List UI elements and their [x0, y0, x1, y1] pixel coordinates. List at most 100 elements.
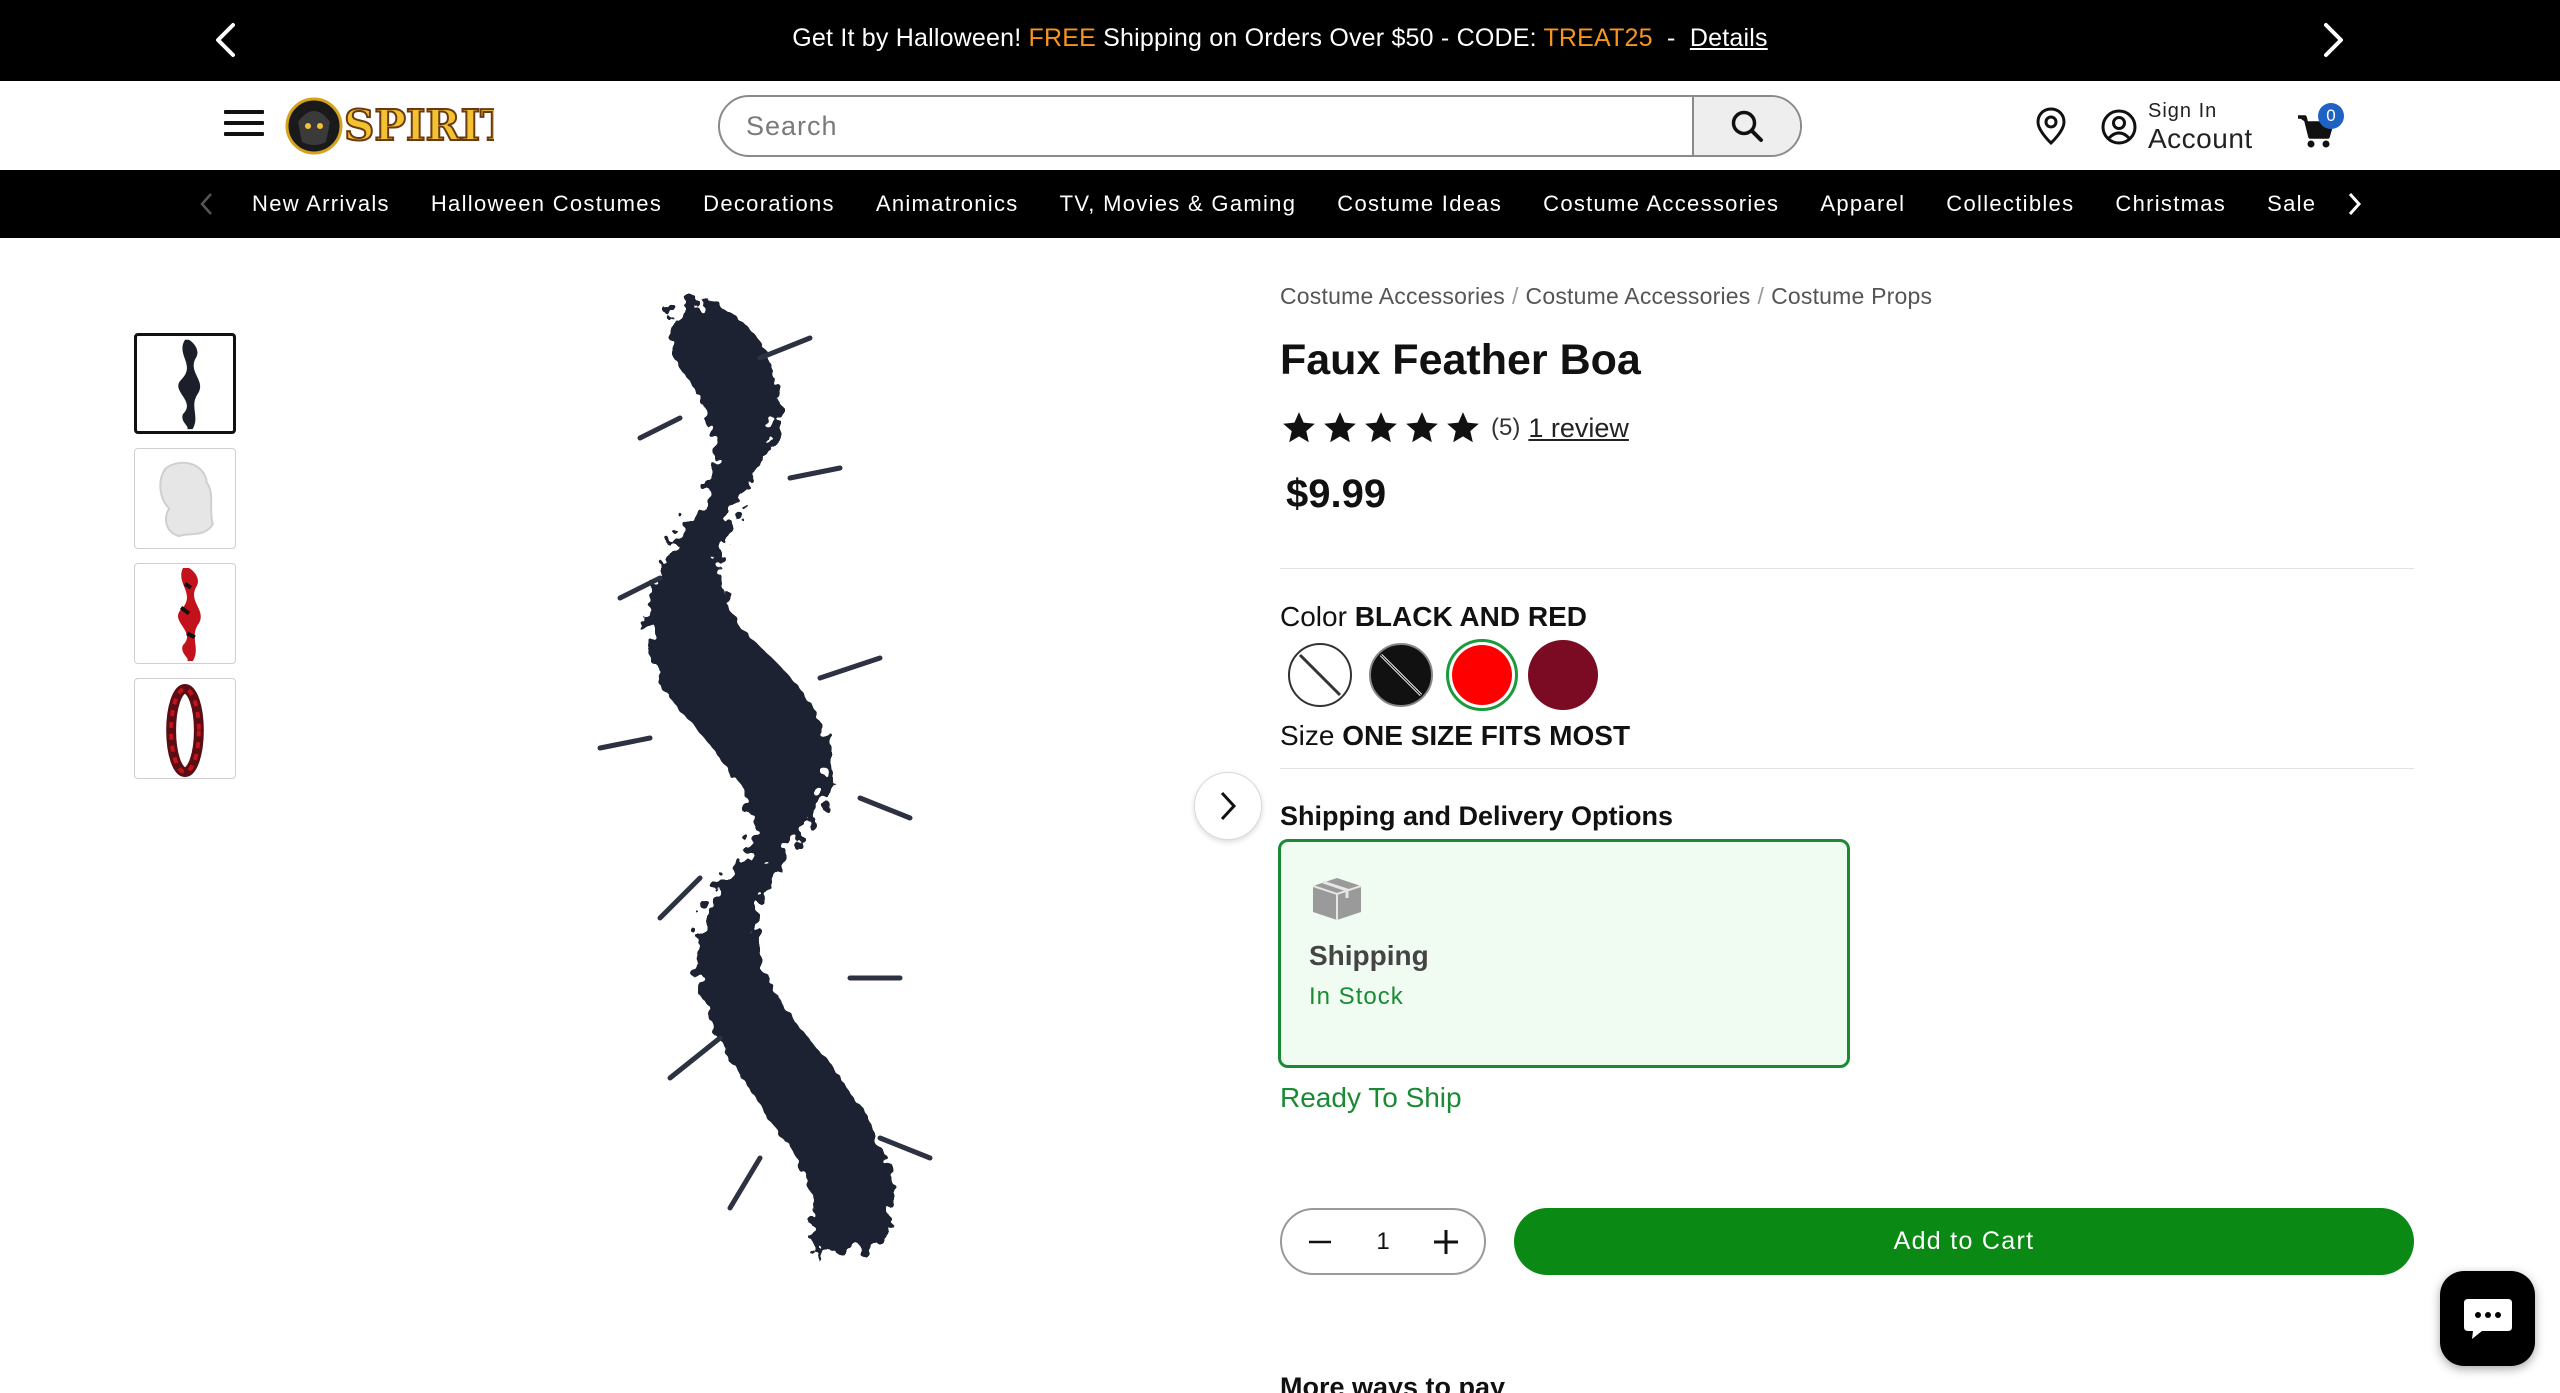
nav-item-costume-ideas[interactable]: Costume Ideas — [1337, 191, 1502, 217]
thumbnail-1[interactable] — [134, 333, 236, 434]
unavailable-slash-icon — [1298, 653, 1342, 697]
image-next-button[interactable] — [1194, 772, 1262, 840]
feather-boa-image — [597, 298, 933, 1253]
product-price: $9.99 — [1286, 472, 1387, 516]
breadcrumb-link-2[interactable]: Costume Accessories — [1526, 283, 1751, 309]
chevron-right-icon — [2324, 23, 2343, 57]
nav-item-animatronics[interactable]: Animatronics — [876, 191, 1019, 217]
size-selected-value: ONE SIZE FITS MOST — [1342, 720, 1631, 751]
shipping-option-card[interactable]: Shipping In Stock — [1278, 839, 1850, 1068]
promo-free: FREE — [1028, 24, 1097, 52]
quantity-increase-button[interactable] — [1426, 1222, 1466, 1262]
rating-stars — [1280, 409, 1485, 447]
size-label-text: Size — [1280, 720, 1335, 751]
product-title: Faux Feather Boa — [1280, 336, 1641, 384]
search-bar — [718, 95, 1802, 157]
nav-item-sale[interactable]: Sale — [2267, 191, 2316, 217]
divider — [1280, 568, 2414, 569]
promo-details-link[interactable]: Details — [1690, 24, 1768, 52]
nav-item-apparel[interactable]: Apparel — [1820, 191, 1905, 217]
breadcrumb: Costume Accessories / Costume Accessories /… — [1280, 283, 1932, 310]
nav-item-collectibles[interactable]: Collectibles — [1946, 191, 2074, 217]
boa-black-thumbnail — [178, 339, 201, 430]
ready-to-ship-text: Ready To Ship — [1280, 1082, 1462, 1113]
boa-loop-thumbnail — [166, 683, 204, 778]
thumbnail-2[interactable] — [134, 448, 236, 549]
promo-text-3: - — [1652, 24, 1690, 52]
menu-button[interactable] — [224, 110, 264, 142]
star-icon — [1447, 412, 1479, 443]
category-nav: New Arrivals Halloween Costumes Decorati… — [0, 170, 2560, 238]
swatch-black-fill — [1369, 643, 1433, 707]
location-pin-icon — [2036, 107, 2066, 146]
star-icon — [1283, 412, 1315, 443]
add-to-cart-button[interactable]: Add to Cart — [1514, 1208, 2414, 1275]
unavailable-slash-icon — [1379, 653, 1423, 697]
promo-next-arrow[interactable] — [2312, 18, 2356, 62]
account-button[interactable]: Sign In Account — [2100, 99, 2253, 155]
logo-text: SPIRIT — [344, 101, 494, 150]
swatch-burgundy[interactable] — [1527, 639, 1599, 711]
category-nav-next[interactable] — [2337, 186, 2373, 222]
breadcrumb-link-1[interactable]: Costume Accessories — [1280, 283, 1505, 309]
size-label: Size ONE SIZE FITS MOST — [1280, 720, 1630, 752]
chevron-right-icon — [2348, 192, 2362, 216]
plus-icon — [1434, 1229, 1458, 1254]
hamburger-line — [224, 121, 264, 125]
swatch-white-fill — [1288, 643, 1352, 707]
swatch-red-fill — [1452, 645, 1512, 705]
thumbnail-4[interactable] — [134, 678, 236, 779]
user-icon — [2101, 109, 2137, 145]
nav-item-halloween-costumes[interactable]: Halloween Costumes — [431, 191, 662, 217]
minus-icon — [1309, 1240, 1331, 1243]
store-locator-button[interactable] — [2033, 106, 2069, 146]
category-nav-items: New Arrivals Halloween Costumes Decorati… — [252, 170, 2357, 238]
quantity-value[interactable]: 1 — [1363, 1228, 1403, 1256]
swatch-black[interactable] — [1365, 639, 1437, 711]
chevron-left-icon — [200, 193, 212, 215]
search-input[interactable] — [720, 97, 1692, 155]
swatch-white[interactable] — [1284, 639, 1356, 711]
star-icon — [1406, 412, 1438, 443]
account-text: Sign In Account — [2148, 101, 2253, 153]
category-nav-prev[interactable] — [188, 186, 224, 222]
search-icon — [1731, 110, 1763, 142]
star-icon — [1324, 412, 1356, 443]
nav-item-tv-movies-gaming[interactable]: TV, Movies & Gaming — [1060, 191, 1297, 217]
swatch-burgundy-fill — [1528, 640, 1598, 710]
hamburger-line — [224, 132, 264, 136]
thumbnail-3[interactable] — [134, 563, 236, 664]
promo-code: TREAT25 — [1543, 24, 1653, 52]
package-box-icon — [1312, 878, 1362, 920]
color-swatches — [1284, 639, 1608, 711]
promo-text-2: Shipping on Orders Over $50 - CODE: — [1096, 24, 1544, 52]
quantity-decrease-button[interactable] — [1300, 1222, 1340, 1262]
shipping-option-status: In Stock — [1309, 983, 1404, 1010]
breadcrumb-link-3[interactable]: Costume Props — [1771, 283, 1932, 309]
account-label: Account — [2148, 123, 2253, 154]
shipping-heading: Shipping and Delivery Options — [1280, 801, 1674, 831]
nav-item-christmas[interactable]: Christmas — [2115, 191, 2226, 217]
shipping-option-title: Shipping — [1309, 940, 1429, 971]
swatch-black-and-red[interactable] — [1446, 639, 1518, 711]
color-label: Color BLACK AND RED — [1280, 601, 1587, 633]
boa-red-black-thumbnail — [177, 567, 201, 662]
rating-count: (5) — [1491, 414, 1521, 441]
hamburger-icon — [224, 110, 264, 114]
boa-white-thumbnail — [159, 461, 214, 538]
chat-bubble-icon — [2463, 1298, 2512, 1339]
nav-item-decorations[interactable]: Decorations — [703, 191, 835, 217]
spirit-logo[interactable]: SPIRIT — [284, 92, 512, 158]
cart-count-badge: 0 — [2318, 103, 2344, 129]
product-main-image[interactable] — [560, 278, 980, 1268]
promo-text-1: Get It by Halloween! — [792, 24, 1029, 52]
chevron-right-icon — [1220, 791, 1237, 821]
cart-button[interactable]: 0 — [2296, 103, 2346, 149]
chat-button[interactable] — [2440, 1271, 2535, 1366]
reviews-link[interactable]: 1 review — [1528, 413, 1629, 444]
nav-item-new-arrivals[interactable]: New Arrivals — [252, 191, 390, 217]
search-button[interactable] — [1692, 97, 1800, 155]
more-ways-to-pay-heading: More ways to pay — [1280, 1372, 1506, 1393]
sign-in-label: Sign In — [2148, 100, 2218, 122]
nav-item-costume-accessories[interactable]: Costume Accessories — [1543, 191, 1779, 217]
